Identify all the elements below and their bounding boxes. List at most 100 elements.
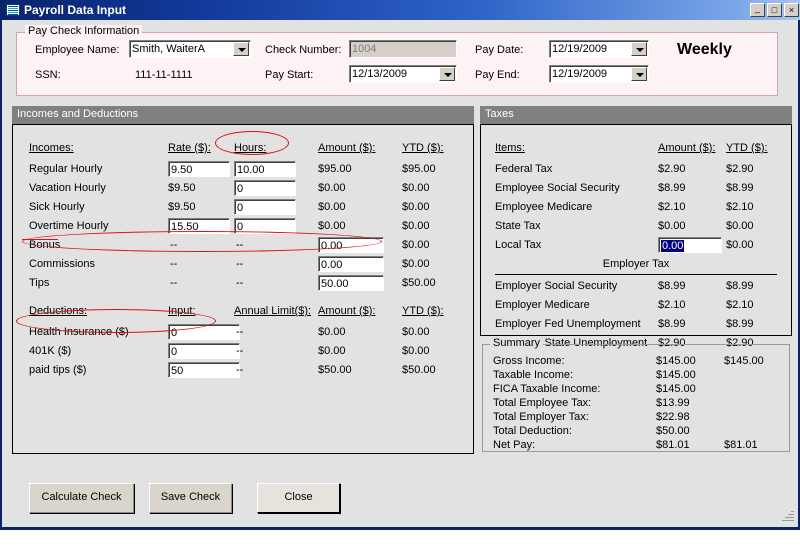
check-number-field: 1004 [349, 40, 457, 58]
pay-start-combobox[interactable]: 12/13/2009 [349, 65, 457, 83]
save-check-button[interactable]: Save Check [149, 483, 232, 513]
title-bar[interactable]: Payroll Data Input _ □ × [2, 0, 800, 20]
income-row-name: Vacation Hourly [29, 182, 106, 194]
pay-date-combobox[interactable]: 12/19/2009 [549, 40, 649, 58]
pay-start-label: Pay Start: [265, 69, 314, 81]
income-rate-value: $9.50 [168, 182, 196, 194]
deductions-col-ytd: YTD ($): [402, 305, 444, 317]
income-rate-input-value: 15.50 [171, 221, 199, 233]
deductions-col-name: Deductions: [29, 305, 88, 317]
summary-row-name: Total Deduction: [493, 425, 572, 437]
maximize-button[interactable]: □ [767, 3, 782, 17]
deduction-ytd-value: $0.00 [402, 345, 430, 357]
tax-ytd-value: $2.90 [726, 163, 754, 175]
selected-text: 0.00 [661, 240, 685, 252]
income-rate-input[interactable]: 15.50 [168, 218, 230, 234]
tax-amount-value: $2.10 [658, 201, 686, 213]
deduction-input[interactable]: 0 [168, 324, 240, 340]
chevron-down-icon[interactable] [439, 67, 455, 81]
income-rate-input[interactable]: 9.50 [168, 161, 230, 177]
income-ytd-value: $0.00 [402, 258, 430, 270]
employer-tax-ytd-value: $8.99 [726, 318, 754, 330]
pay-date-value: 12/19/2009 [552, 43, 608, 55]
screenshot-root: Payroll Data Input _ □ × Pay Check Infor… [0, 0, 800, 552]
income-ytd-value: $0.00 [402, 182, 430, 194]
income-hours-input[interactable]: 0 [234, 218, 296, 234]
income-amount-input-value: 50.00 [321, 278, 349, 290]
income-amount-input[interactable]: 0.00 [318, 237, 384, 253]
income-rate-dash: -- [170, 277, 178, 289]
deductions-col-input: Input: [168, 305, 196, 317]
deduction-input[interactable]: 0 [168, 343, 240, 359]
income-rate-input-value: 9.50 [171, 164, 193, 176]
tax-row-name: Employee Medicare [495, 201, 593, 213]
close-window-button[interactable]: × [784, 3, 799, 17]
pay-end-combobox[interactable]: 12/19/2009 [549, 65, 649, 83]
summary-row-name: Net Pay: [493, 439, 536, 451]
income-row-name: Sick Hourly [29, 201, 85, 213]
summary-ytd-value: $145.00 [724, 355, 764, 367]
resize-grip[interactable] [782, 509, 794, 521]
income-hours-input[interactable]: 10.00 [234, 161, 296, 177]
tax-ytd-value: $0.00 [726, 220, 754, 232]
deductions-col-amount: Amount ($): [318, 305, 376, 317]
employee-name-value: Smith, WaiterA [132, 43, 205, 55]
calculate-check-button[interactable]: Calculate Check [29, 483, 134, 513]
summary-row-name: Total Employer Tax: [493, 411, 589, 423]
tax-amount-value: $8.99 [658, 182, 686, 194]
employer-tax-row-name: Employer Fed Unemployment [495, 318, 641, 330]
income-ytd-value: $50.00 [402, 277, 436, 289]
income-row-name: Tips [29, 277, 50, 289]
income-amount-input[interactable]: 0.00 [318, 256, 384, 272]
deduction-limit-dash: -- [236, 345, 244, 357]
income-ytd-value: $0.00 [402, 239, 430, 251]
chevron-down-icon[interactable] [631, 67, 647, 81]
summary-amount-value: $22.98 [656, 411, 690, 423]
tax-amount-value: $2.90 [658, 163, 686, 175]
deduction-limit-dash: -- [236, 364, 244, 376]
check-number-label: Check Number: [265, 44, 342, 56]
taxes-header: Taxes [480, 106, 792, 124]
summary-amount-value: $145.00 [656, 383, 696, 395]
employee-name-combobox[interactable]: Smith, WaiterA [129, 40, 251, 58]
pay-date-label: Pay Date: [475, 44, 524, 56]
chevron-down-icon[interactable] [631, 42, 647, 56]
deduction-ytd-value: $50.00 [402, 364, 436, 376]
income-hours-input-value: 0 [237, 202, 244, 214]
income-hours-dash: -- [236, 277, 244, 289]
paycheck-information-legend: Pay Check Information [25, 25, 143, 37]
pay-start-value: 12/13/2009 [352, 68, 408, 80]
summary-row-name: Gross Income: [493, 355, 565, 367]
employer-tax-divider [495, 274, 777, 275]
tax-ytd-value: $8.99 [726, 182, 754, 194]
chevron-down-icon[interactable] [233, 42, 249, 56]
deduction-input[interactable]: 50 [168, 362, 240, 378]
income-amount-input-value: 0.00 [321, 240, 343, 252]
employer-tax-amount-value: $8.99 [658, 280, 686, 292]
incomes-col-hours: Hours: [234, 142, 267, 154]
tax-ytd-value: $0.00 [726, 239, 754, 251]
check-number-value: 1004 [352, 43, 377, 55]
employer-tax-ytd-value: $8.99 [726, 280, 754, 292]
summary-ytd-value: $81.01 [724, 439, 758, 451]
minimize-button[interactable]: _ [750, 3, 765, 17]
income-hours-input[interactable]: 0 [234, 180, 296, 196]
tax-amount-value: $0.00 [658, 220, 686, 232]
income-amount-input[interactable]: 50.00 [318, 275, 384, 291]
incomes-col-amount: Amount ($): [318, 142, 376, 154]
deduction-amount-value: $0.00 [318, 345, 346, 357]
deduction-amount-value: $50.00 [318, 364, 352, 376]
tax-row-name: Local Tax [495, 239, 542, 251]
income-hours-input[interactable]: 0 [234, 199, 296, 215]
income-amount-input-value: 0.00 [321, 259, 343, 271]
deduction-row-name: paid tips ($) [29, 364, 87, 376]
incomes-and-deductions-body: Incomes: Rate ($): Hours: Amount ($): YTD ($… [12, 124, 474, 454]
deduction-ytd-value: $0.00 [402, 326, 430, 338]
local-tax-input[interactable]: 0.00 [658, 237, 722, 253]
income-amount-value: $0.00 [318, 201, 346, 213]
deduction-input-value: 0 [171, 327, 178, 339]
deduction-amount-value: $0.00 [318, 326, 346, 338]
income-ytd-value: $0.00 [402, 220, 430, 232]
summary-amount-value: $50.00 [656, 425, 690, 437]
close-button[interactable]: Close [257, 483, 340, 513]
